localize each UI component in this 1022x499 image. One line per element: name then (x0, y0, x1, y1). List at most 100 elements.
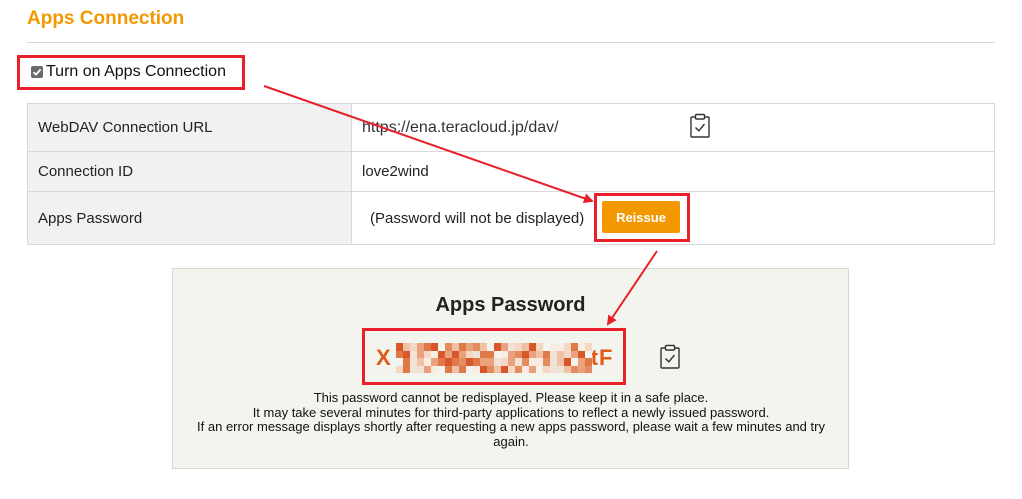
mosaic-cell (473, 343, 480, 351)
mosaic-cell (557, 365, 564, 373)
clipboard-check-icon[interactable] (689, 113, 711, 143)
mosaic-cell (508, 350, 515, 358)
mosaic-cell (480, 350, 487, 358)
password-start: X (376, 345, 392, 370)
heading-divider (27, 42, 995, 43)
mosaic-cell (459, 350, 466, 358)
mosaic-cell (494, 350, 501, 358)
mosaic-cell (445, 358, 452, 366)
connection-id-label: Connection ID (27, 151, 352, 192)
mosaic-cell (445, 343, 452, 351)
mosaic-cell (578, 350, 585, 358)
mosaic-cell (410, 343, 417, 351)
password-hidden-note: (Password will not be displayed) (370, 209, 585, 227)
mosaic-cell (417, 343, 424, 351)
password-blur-mosaic (396, 343, 592, 373)
mosaic-cell (515, 365, 522, 373)
connection-id-value: love2wind (351, 151, 995, 192)
mosaic-cell (403, 343, 410, 351)
mosaic-cell (529, 365, 536, 373)
mosaic-cell (480, 358, 487, 366)
mosaic-cell (487, 343, 494, 351)
mosaic-cell (508, 358, 515, 366)
mosaic-cell (557, 350, 564, 358)
mosaic-cell (522, 365, 529, 373)
webdav-url-cell: https://ena.teracloud.jp/dav/ (351, 103, 995, 152)
mosaic-cell (445, 350, 452, 358)
mosaic-cell (529, 350, 536, 358)
mosaic-cell (424, 350, 431, 358)
note-line: It may take several minutes for third-pa… (252, 404, 770, 420)
webdav-url-label: WebDAV Connection URL (27, 103, 352, 152)
mosaic-cell (508, 343, 515, 351)
mosaic-cell (508, 365, 515, 373)
mosaic-cell (585, 350, 592, 358)
mosaic-cell (487, 365, 494, 373)
mosaic-cell (487, 358, 494, 366)
mosaic-cell (543, 350, 550, 358)
table-row: Apps Password (Password will not be disp… (27, 191, 995, 245)
mosaic-cell (550, 350, 557, 358)
mosaic-cell (473, 350, 480, 358)
mosaic-cell (424, 365, 431, 373)
mosaic-cell (424, 343, 431, 351)
mosaic-cell (459, 365, 466, 373)
mosaic-cell (431, 350, 438, 358)
reissue-button[interactable]: Reissue (602, 201, 680, 233)
mosaic-cell (501, 350, 508, 358)
mosaic-cell (452, 365, 459, 373)
mosaic-cell (431, 358, 438, 366)
mosaic-cell (473, 365, 480, 373)
mosaic-cell (571, 350, 578, 358)
mosaic-cell (578, 343, 585, 351)
checkbox[interactable] (31, 66, 43, 78)
mosaic-cell (494, 358, 501, 366)
mosaic-cell (424, 358, 431, 366)
mosaic-cell (550, 358, 557, 366)
mosaic-cell (466, 365, 473, 373)
mosaic-cell (452, 350, 459, 358)
mosaic-cell (417, 365, 424, 373)
mosaic-cell (403, 358, 410, 366)
mosaic-cell (536, 358, 543, 366)
mosaic-cell (585, 343, 592, 351)
mosaic-cell (438, 365, 445, 373)
table-row: Connection ID love2wind (27, 151, 995, 192)
mosaic-cell (529, 343, 536, 351)
password-notes: This password cannot be redisplayed. Ple… (180, 390, 842, 449)
mosaic-cell (494, 343, 501, 351)
mosaic-cell (438, 343, 445, 351)
mosaic-cell (466, 343, 473, 351)
checkmark-icon (32, 68, 42, 76)
settings-table: WebDAV Connection URL https://ena.teracl… (27, 103, 995, 245)
mosaic-cell (494, 365, 501, 373)
mosaic-cell (536, 343, 543, 351)
mosaic-cell (396, 358, 403, 366)
mosaic-cell (431, 365, 438, 373)
note-line: If an error message displays shortly aft… (197, 419, 825, 449)
mosaic-cell (410, 358, 417, 366)
mosaic-cell (459, 343, 466, 351)
clipboard-check-icon[interactable] (659, 344, 681, 375)
mosaic-cell (403, 350, 410, 358)
mosaic-cell (536, 365, 543, 373)
mosaic-cell (410, 365, 417, 373)
mosaic-cell (473, 358, 480, 366)
webdav-url-value: https://ena.teracloud.jp/dav/ (362, 118, 559, 136)
page-heading: Apps Connection (27, 8, 185, 29)
mosaic-cell (410, 350, 417, 358)
table-row: WebDAV Connection URL https://ena.teracl… (27, 103, 995, 152)
mosaic-cell (480, 365, 487, 373)
mosaic-cell (417, 350, 424, 358)
mosaic-cell (550, 365, 557, 373)
mosaic-cell (396, 365, 403, 373)
mosaic-cell (487, 350, 494, 358)
mosaic-cell (564, 365, 571, 373)
toggle-label: Turn on Apps Connection (46, 63, 226, 80)
panel-title: Apps Password (435, 294, 586, 316)
mosaic-cell (438, 358, 445, 366)
mosaic-cell (550, 343, 557, 351)
mosaic-cell (459, 358, 466, 366)
mosaic-cell (585, 358, 592, 366)
apps-connection-toggle[interactable]: Turn on Apps Connection (31, 63, 226, 81)
